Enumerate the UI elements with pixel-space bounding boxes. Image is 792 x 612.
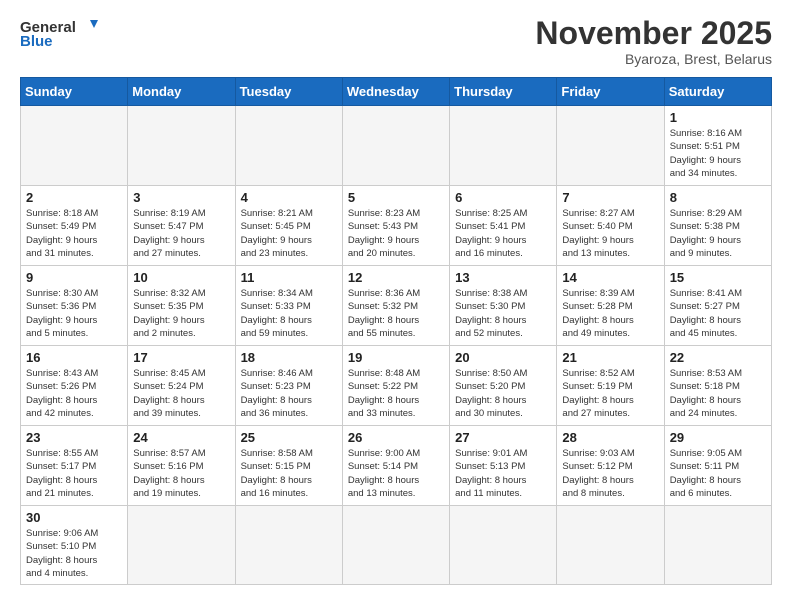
day-29: 29 Sunrise: 9:05 AM Sunset: 5:11 PM Dayl… [664, 426, 771, 506]
month-title: November 2025 [535, 16, 772, 51]
day-27: 27 Sunrise: 9:01 AM Sunset: 5:13 PM Dayl… [450, 426, 557, 506]
day-23: 23 Sunrise: 8:55 AM Sunset: 5:17 PM Dayl… [21, 426, 128, 506]
day-17: 17 Sunrise: 8:45 AM Sunset: 5:24 PM Dayl… [128, 346, 235, 426]
logo-svg: General Blue [20, 16, 100, 52]
empty-cell [128, 506, 235, 585]
day-30: 30 Sunrise: 9:06 AM Sunset: 5:10 PM Dayl… [21, 506, 128, 585]
location: Byaroza, Brest, Belarus [535, 51, 772, 67]
day-25: 25 Sunrise: 8:58 AM Sunset: 5:15 PM Dayl… [235, 426, 342, 506]
header-monday: Monday [128, 78, 235, 106]
empty-cell [557, 506, 664, 585]
day-9: 9 Sunrise: 8:30 AM Sunset: 5:36 PM Dayli… [21, 266, 128, 346]
day-10: 10 Sunrise: 8:32 AM Sunset: 5:35 PM Dayl… [128, 266, 235, 346]
day-24: 24 Sunrise: 8:57 AM Sunset: 5:16 PM Dayl… [128, 426, 235, 506]
empty-cell [235, 506, 342, 585]
calendar-page: General Blue November 2025 Byaroza, Bres… [0, 0, 792, 601]
week-row-5: 23 Sunrise: 8:55 AM Sunset: 5:17 PM Dayl… [21, 426, 772, 506]
header-wednesday: Wednesday [342, 78, 449, 106]
header-saturday: Saturday [664, 78, 771, 106]
day-1: 1 Sunrise: 8:16 AM Sunset: 5:51 PM Dayli… [664, 106, 771, 186]
day-7: 7 Sunrise: 8:27 AM Sunset: 5:40 PM Dayli… [557, 186, 664, 266]
day-6: 6 Sunrise: 8:25 AM Sunset: 5:41 PM Dayli… [450, 186, 557, 266]
empty-cell [235, 106, 342, 186]
logo: General Blue [20, 16, 100, 52]
title-block: November 2025 Byaroza, Brest, Belarus [535, 16, 772, 67]
week-row-1: 1 Sunrise: 8:16 AM Sunset: 5:51 PM Dayli… [21, 106, 772, 186]
day-19: 19 Sunrise: 8:48 AM Sunset: 5:22 PM Dayl… [342, 346, 449, 426]
day-15: 15 Sunrise: 8:41 AM Sunset: 5:27 PM Dayl… [664, 266, 771, 346]
day-11: 11 Sunrise: 8:34 AM Sunset: 5:33 PM Dayl… [235, 266, 342, 346]
calendar-table: Sunday Monday Tuesday Wednesday Thursday… [20, 77, 772, 585]
day-16: 16 Sunrise: 8:43 AM Sunset: 5:26 PM Dayl… [21, 346, 128, 426]
day-26: 26 Sunrise: 9:00 AM Sunset: 5:14 PM Dayl… [342, 426, 449, 506]
weekday-header-row: Sunday Monday Tuesday Wednesday Thursday… [21, 78, 772, 106]
day-4: 4 Sunrise: 8:21 AM Sunset: 5:45 PM Dayli… [235, 186, 342, 266]
week-row-4: 16 Sunrise: 8:43 AM Sunset: 5:26 PM Dayl… [21, 346, 772, 426]
empty-cell [21, 106, 128, 186]
empty-cell [450, 506, 557, 585]
day-28: 28 Sunrise: 9:03 AM Sunset: 5:12 PM Dayl… [557, 426, 664, 506]
svg-text:Blue: Blue [20, 33, 53, 50]
day-8: 8 Sunrise: 8:29 AM Sunset: 5:38 PM Dayli… [664, 186, 771, 266]
empty-cell [342, 506, 449, 585]
header-tuesday: Tuesday [235, 78, 342, 106]
week-row-3: 9 Sunrise: 8:30 AM Sunset: 5:36 PM Dayli… [21, 266, 772, 346]
header-thursday: Thursday [450, 78, 557, 106]
header-friday: Friday [557, 78, 664, 106]
empty-cell [342, 106, 449, 186]
day-21: 21 Sunrise: 8:52 AM Sunset: 5:19 PM Dayl… [557, 346, 664, 426]
day-5: 5 Sunrise: 8:23 AM Sunset: 5:43 PM Dayli… [342, 186, 449, 266]
day-12: 12 Sunrise: 8:36 AM Sunset: 5:32 PM Dayl… [342, 266, 449, 346]
day-22: 22 Sunrise: 8:53 AM Sunset: 5:18 PM Dayl… [664, 346, 771, 426]
week-row-2: 2 Sunrise: 8:18 AM Sunset: 5:49 PM Dayli… [21, 186, 772, 266]
day-18: 18 Sunrise: 8:46 AM Sunset: 5:23 PM Dayl… [235, 346, 342, 426]
empty-cell [450, 106, 557, 186]
day-20: 20 Sunrise: 8:50 AM Sunset: 5:20 PM Dayl… [450, 346, 557, 426]
week-row-6: 30 Sunrise: 9:06 AM Sunset: 5:10 PM Dayl… [21, 506, 772, 585]
day-14: 14 Sunrise: 8:39 AM Sunset: 5:28 PM Dayl… [557, 266, 664, 346]
empty-cell [557, 106, 664, 186]
empty-cell [128, 106, 235, 186]
day-13: 13 Sunrise: 8:38 AM Sunset: 5:30 PM Dayl… [450, 266, 557, 346]
header-sunday: Sunday [21, 78, 128, 106]
header: General Blue November 2025 Byaroza, Bres… [20, 16, 772, 67]
day-2: 2 Sunrise: 8:18 AM Sunset: 5:49 PM Dayli… [21, 186, 128, 266]
day-3: 3 Sunrise: 8:19 AM Sunset: 5:47 PM Dayli… [128, 186, 235, 266]
empty-cell [664, 506, 771, 585]
